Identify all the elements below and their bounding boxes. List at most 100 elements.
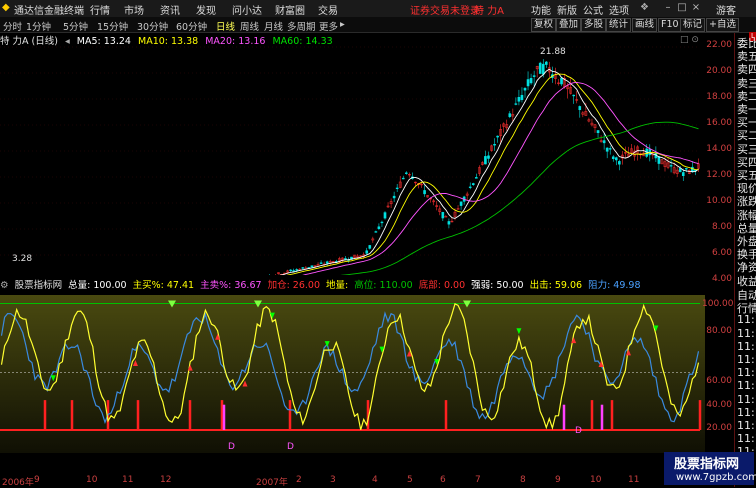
menu-jiaoyi[interactable]: 交易 (318, 2, 338, 17)
menu-bar: ◆ 通达信金融终端 行情 市场 资讯 发现 问小达 财富圈 交易 证券交易未登录… (0, 0, 756, 18)
tongji-button[interactable]: 统计 (606, 18, 632, 32)
candle-body (605, 147, 609, 152)
period-60min[interactable]: 60分钟 (176, 19, 207, 33)
candle-body (523, 87, 527, 91)
candle-body (526, 79, 530, 87)
price-tick: 12.00 (706, 170, 732, 180)
tick-list-item: 11:1 (737, 379, 756, 393)
candle-body (292, 270, 296, 272)
date-tick: 12 (160, 475, 172, 485)
huaxian-button[interactable]: 画线 (632, 18, 658, 32)
tick-list-item: 11:1 (737, 405, 756, 419)
candle-body (681, 172, 685, 176)
candle-body (301, 267, 305, 269)
tick-list-item: 11:1 (737, 339, 756, 353)
candle-body (459, 201, 463, 206)
period-weekly[interactable]: 周线 (240, 19, 259, 33)
candle-body (529, 78, 533, 84)
candle-body (608, 148, 612, 150)
price-tick: 16.00 (706, 118, 732, 128)
price-tick: 4.00 (711, 274, 732, 284)
minimize-icon[interactable]: – (662, 1, 674, 14)
menu-faxian[interactable]: 发现 (196, 2, 216, 17)
period-toolbar: 分时 1分钟 5分钟 15分钟 30分钟 60分钟 日线 周线 月线 多周期 更… (0, 17, 756, 33)
candle-body (541, 63, 545, 75)
candle-body (310, 265, 314, 268)
candle-body (514, 103, 518, 105)
candle-body (395, 187, 399, 189)
candle-body (368, 245, 372, 249)
tick-list-item: 11:1 (737, 419, 756, 432)
date-tick: 8 (520, 475, 526, 485)
f10-button[interactable]: F10 (658, 18, 682, 32)
candle-body (474, 177, 478, 179)
user-label[interactable]: 游客 (716, 2, 736, 17)
candle-body (560, 77, 563, 85)
candle-body (447, 221, 451, 225)
date-tick: 9 (555, 475, 561, 485)
ind-tick: 80.00 (706, 326, 732, 336)
date-tick: 11 (122, 475, 134, 485)
low-price-label: 3.28 (12, 254, 33, 264)
menu-gongshi[interactable]: 公式 (583, 2, 603, 17)
tick-list-item: 11:1 (737, 432, 756, 446)
kline-chart (0, 46, 700, 275)
period-5min[interactable]: 5分钟 (63, 19, 88, 33)
stock-name-title: 特 力A (474, 6, 505, 17)
candle-body (614, 157, 618, 161)
menu-gongneng[interactable]: 功能 (531, 2, 551, 17)
chart-settings-icon[interactable]: □ ⊙ (680, 35, 699, 45)
close-icon[interactable]: × (690, 1, 702, 14)
menu-caifuquan[interactable]: 财富圈 (275, 2, 305, 17)
candle-body (374, 231, 378, 233)
menu-xinban[interactable]: 新版 (557, 2, 577, 17)
price-tick: 6.00 (711, 248, 732, 258)
period-15min[interactable]: 15分钟 (97, 19, 128, 33)
period-multi[interactable]: 多周期 (287, 19, 316, 33)
tick-list-item: 11:1 (737, 392, 756, 406)
more-chevron-icon[interactable]: ▸ (340, 19, 345, 30)
period-1min[interactable]: 1分钟 (26, 19, 51, 33)
date-tick: 6 (440, 475, 446, 485)
menu-shichang[interactable]: 市场 (124, 2, 144, 17)
skin-icon[interactable]: ❖ (640, 2, 649, 13)
menu-hangqing[interactable]: 行情 (90, 2, 110, 17)
candle-body (508, 113, 512, 117)
price-tick: 20.00 (706, 66, 732, 76)
menu-xuanxiang[interactable]: 选项 (609, 2, 629, 17)
candle-body (319, 262, 323, 264)
fuquan-button[interactable]: 复权 (531, 18, 557, 32)
date-tick: 5 (407, 475, 413, 485)
period-daily[interactable]: 日线 (216, 19, 235, 33)
period-fenshi[interactable]: 分时 (3, 19, 22, 33)
biaoji-button[interactable]: 标记 (680, 18, 706, 32)
ind-tick: 20.00 (706, 423, 732, 433)
period-30min[interactable]: 30分钟 (137, 19, 168, 33)
price-tick: 8.00 (711, 222, 732, 232)
diejia-button[interactable]: 叠加 (556, 18, 582, 32)
zixuan-button[interactable]: +自选 (706, 18, 739, 32)
period-monthly[interactable]: 月线 (264, 19, 283, 33)
period-more[interactable]: 更多 (319, 19, 338, 33)
candle-body (471, 183, 475, 186)
price-tick: 14.00 (706, 144, 732, 154)
candle-body (496, 135, 499, 138)
ma10-line (286, 73, 699, 275)
indicator-info-line: ⚙ 股票指标网 总量: 100.00 主买%: 47.41 主卖%: 36.67… (0, 277, 644, 291)
menu-wenxiaoda[interactable]: 问小达 (232, 2, 262, 17)
date-tick: 10 (86, 475, 98, 485)
duogu-button[interactable]: 多股 (581, 18, 607, 32)
ind-tick: 40.00 (706, 400, 732, 410)
maximize-icon[interactable]: □ (676, 1, 688, 14)
indicator-chart (0, 295, 705, 453)
candle-body (520, 94, 524, 101)
date-tick: 2006年 (2, 478, 34, 488)
candle-body (578, 106, 582, 111)
candle-body (365, 250, 369, 254)
menu-zixun[interactable]: 资讯 (160, 2, 180, 17)
login-status[interactable]: 证券交易未登录 (410, 2, 480, 17)
ma60-line (340, 121, 699, 275)
candle-body (611, 156, 615, 160)
ma20-line (302, 81, 699, 275)
date-tick: 11 (628, 475, 640, 485)
